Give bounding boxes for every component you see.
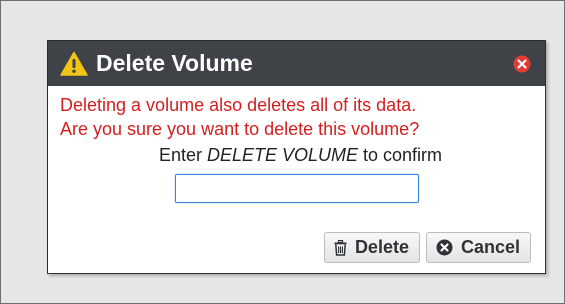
warning-message-line-2: Are you sure you want to delete this vol…: [60, 119, 420, 139]
confirm-input-wrapper: [48, 174, 545, 203]
confirm-instruction: Enter DELETE VOLUME to confirm: [48, 144, 545, 166]
delete-button[interactable]: Delete: [323, 232, 420, 263]
cancel-button[interactable]: Cancel: [425, 232, 531, 263]
cancel-icon: [436, 239, 453, 256]
dialog-buttons: Delete Cancel: [323, 232, 531, 263]
trash-icon: [334, 239, 347, 256]
cancel-button-label: Cancel: [460, 237, 520, 257]
warning-icon: [60, 51, 88, 76]
delete-button-label: Delete: [354, 237, 409, 257]
confirm-suffix: to confirm: [358, 145, 443, 165]
delete-volume-dialog: Delete Volume Deleting a volume also del…: [47, 40, 546, 274]
confirm-prefix: Enter: [158, 145, 207, 165]
dialog-titlebar: Delete Volume: [48, 41, 545, 86]
warning-message-line-1: Deleting a volume also deletes all of it…: [60, 95, 417, 115]
dialog-title: Delete Volume: [96, 50, 253, 76]
confirm-text-input[interactable]: [174, 174, 419, 203]
confirm-phrase: DELETE VOLUME: [206, 145, 359, 165]
close-icon[interactable]: [513, 55, 531, 73]
warning-message: Deleting a volume also deletes all of it…: [48, 86, 545, 141]
background-frame: Delete Volume Deleting a volume also del…: [0, 0, 565, 304]
